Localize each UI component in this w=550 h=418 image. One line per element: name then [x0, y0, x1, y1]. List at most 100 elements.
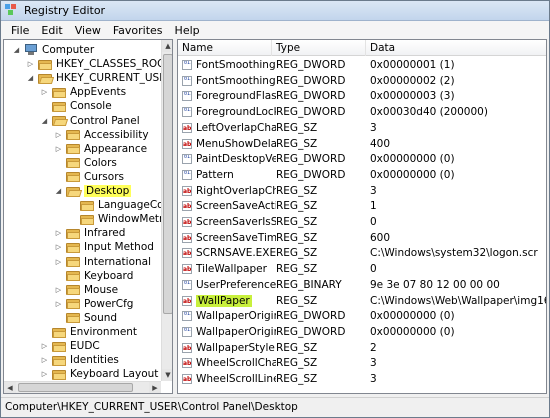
tree-item[interactable]: ▷ Appearance: [54, 142, 147, 156]
scroll-up-icon[interactable]: ▲: [162, 40, 172, 52]
value-name: RightOverlapCh...: [196, 184, 276, 198]
tree-item[interactable]: ▷ Keyboard Layout: [40, 367, 159, 381]
value-name-text: Pattern: [196, 168, 234, 181]
reg-sz-icon: ab: [182, 295, 192, 306]
column-header-name[interactable]: Name: [178, 40, 272, 56]
tree-item[interactable]: Keyboard: [54, 269, 133, 283]
collapsed-arrow-icon[interactable]: ▷: [40, 88, 49, 97]
tree-item[interactable]: ▷ EUDC: [40, 339, 100, 353]
value-name: WheelScrollChars: [196, 356, 276, 370]
tree-item[interactable]: ▷ PowerCfg: [54, 297, 134, 311]
tree-horizontal-scroll-thumb[interactable]: [18, 383, 133, 392]
column-header-type[interactable]: Type: [272, 40, 366, 56]
folder-icon: [80, 200, 94, 211]
tree-item-label: HKEY_CLASSES_ROOT: [56, 58, 172, 71]
value-name-text: FontSmoothing...: [196, 74, 276, 87]
menu-file[interactable]: File: [5, 24, 35, 37]
collapsed-arrow-icon[interactable]: ▷: [54, 130, 63, 139]
title-bar[interactable]: Registry Editor: [1, 1, 549, 21]
tree-item[interactable]: ▷ AppEvents: [40, 85, 126, 99]
menu-edit[interactable]: Edit: [35, 24, 68, 37]
tree-vertical-scroll-thumb[interactable]: [163, 54, 172, 314]
value-row[interactable]: ab WallpaperStyle REG_SZ 2: [178, 341, 546, 355]
tree-item[interactable]: ▷ Identities: [40, 353, 119, 367]
value-row[interactable]: ab LeftOverlapCharsREG_SZ 3: [178, 121, 546, 135]
reg-sz-icon: ab: [182, 374, 192, 384]
folder-open-icon: [52, 115, 69, 126]
tree-item-label: Sound: [84, 311, 118, 324]
scroll-right-icon[interactable]: ▶: [149, 382, 161, 393]
value-row[interactable]: 0110 1001 PaintDesktopVer...REG_DWORD 0x00…: [178, 152, 546, 166]
tree-item[interactable]: WindowMetric: [68, 212, 172, 226]
collapsed-arrow-icon[interactable]: ▷: [54, 299, 63, 308]
value-row[interactable]: ab MenuShowDelay REG_SZ 400: [178, 137, 546, 151]
collapsed-arrow-icon[interactable]: ▷: [54, 285, 63, 294]
value-row[interactable]: ab ScreenSaveTime...REG_SZ 600: [178, 231, 546, 245]
tree-item[interactable]: Cursors: [54, 170, 124, 184]
collapsed-arrow-icon[interactable]: ▷: [40, 356, 49, 365]
value-name: WallpaperStyle: [196, 341, 276, 355]
collapsed-arrow-icon[interactable]: ▷: [26, 60, 35, 69]
collapsed-arrow-icon[interactable]: ▷: [54, 257, 63, 266]
collapsed-arrow-icon[interactable]: ▷: [54, 243, 63, 252]
column-header-data[interactable]: Data: [366, 40, 546, 56]
value-row[interactable]: 0110 1001 FontSmoothing...REG_DWORD 0x0000…: [178, 74, 546, 88]
tree-horizontal-scrollbar[interactable]: ◀ ▶: [4, 381, 161, 393]
tree-item[interactable]: Environment: [40, 325, 137, 339]
tree-item[interactable]: Console: [40, 99, 112, 113]
values-list-pane[interactable]: Name Type Data 0110 1001 FontSmoothing...…: [177, 39, 547, 394]
value-row[interactable]: 0110 1001 ForegroundLock...REG_DWORD 0x000…: [178, 105, 546, 119]
tree-item[interactable]: ◢ Desktop: [54, 184, 132, 198]
reg-binary-icon: 0110 1001: [182, 169, 192, 180]
value-row[interactable]: ab RightOverlapCh...REG_SZ 3: [178, 184, 546, 198]
value-row[interactable]: ab WheelScrollLinesREG_SZ 3: [178, 372, 546, 386]
tree-item[interactable]: ▷ Accessibility: [54, 128, 149, 142]
collapsed-arrow-icon[interactable]: ▷: [54, 229, 63, 238]
collapsed-arrow-icon[interactable]: ▷: [40, 370, 49, 379]
menu-help[interactable]: Help: [169, 24, 206, 37]
value-type: REG_SZ: [276, 357, 318, 370]
list-header: Name Type Data: [178, 40, 546, 56]
scroll-left-icon[interactable]: ◀: [4, 382, 16, 393]
menu-favorites[interactable]: Favorites: [107, 24, 169, 37]
value-name: WallPaper: [196, 294, 276, 308]
tree-item[interactable]: ▷ International: [54, 255, 151, 269]
reg-binary-icon: 0110 1001: [182, 279, 192, 290]
scroll-down-icon[interactable]: ▼: [162, 369, 172, 381]
tree-vertical-scrollbar[interactable]: ▲ ▼: [161, 40, 172, 381]
tree-item[interactable]: ▷ Infrared: [54, 226, 126, 240]
tree-item[interactable]: ▷ Input Method: [54, 240, 154, 254]
tree-item[interactable]: ◢ Computer: [12, 43, 94, 57]
collapsed-arrow-icon[interactable]: ▷: [40, 342, 49, 351]
value-row[interactable]: ab WheelScrollCharsREG_SZ 3: [178, 356, 546, 370]
value-type: REG_SZ: [276, 121, 318, 134]
expanded-arrow-icon[interactable]: ◢: [12, 46, 21, 55]
key-tree-pane[interactable]: ◢ Computer ▷ HKEY_CLASSES_ROOT ◢ HKEY_CURRENT…: [3, 39, 173, 394]
collapsed-arrow-icon[interactable]: ▷: [54, 144, 63, 153]
value-row[interactable]: 0110 1001 Pattern REG_DWORD 0x00000000 (0): [178, 168, 546, 182]
value-row[interactable]: ab ScreenSaverIsSe...REG_SZ 0: [178, 215, 546, 229]
expanded-arrow-icon[interactable]: ◢: [40, 116, 49, 125]
expanded-arrow-icon[interactable]: ◢: [26, 74, 35, 83]
value-type: REG_DWORD: [276, 74, 346, 87]
value-row[interactable]: 0110 1001 WallpaperOriginXREG_DWORD 0x0000…: [178, 309, 546, 323]
menu-view[interactable]: View: [69, 24, 107, 37]
reg-sz-icon: ab: [182, 342, 192, 353]
tree-item[interactable]: ▷ Mouse: [54, 283, 118, 297]
tree-item[interactable]: LanguageConf: [68, 198, 172, 212]
tree-item[interactable]: ◢ HKEY_CURRENT_USER: [26, 71, 172, 85]
value-row[interactable]: ab TileWallpaper REG_SZ 0: [178, 262, 546, 276]
value-row[interactable]: 0110 1001 WallpaperOriginYREG_DWORD 0x0000…: [178, 325, 546, 339]
value-row[interactable]: 0110 1001 ForegroundFlas...REG_DWORD 0x000…: [178, 89, 546, 103]
expanded-arrow-icon[interactable]: ◢: [54, 187, 63, 196]
value-row[interactable]: ab ScreenSaveActiveREG_SZ 1: [178, 199, 546, 213]
value-row[interactable]: 0110 1001 FontSmoothing...REG_DWORD 0x0000…: [178, 58, 546, 72]
tree-item[interactable]: Sound: [54, 311, 117, 325]
value-row[interactable]: 0110 1001 UserPreferences...REG_BINARY 9e …: [178, 278, 546, 292]
tree-item[interactable]: ◢ Control Panel: [40, 114, 140, 128]
value-row[interactable]: ab WallPaper REG_SZ C:\Windows\Web\Wallpape…: [178, 294, 546, 308]
tree-item[interactable]: Colors: [54, 156, 117, 170]
tree-item[interactable]: ▷ HKEY_CLASSES_ROOT: [26, 57, 172, 71]
value-row[interactable]: ab SCRNSAVE.EXE REG_SZ C:\Windows\system32\…: [178, 246, 546, 260]
